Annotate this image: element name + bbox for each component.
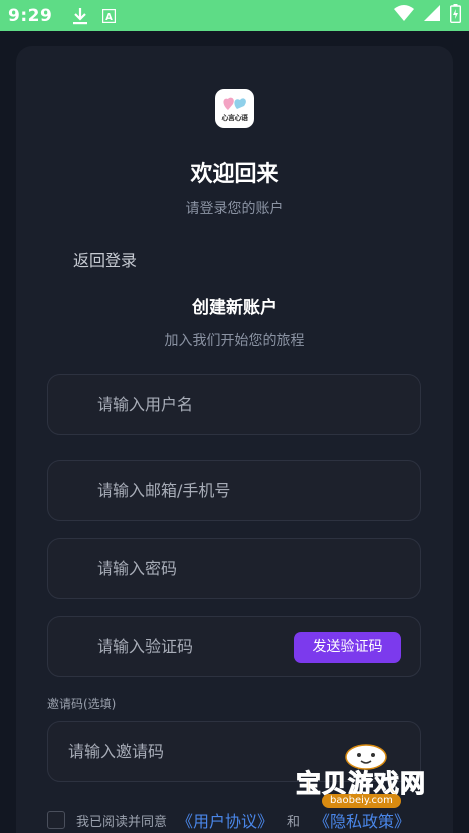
agreement-and: 和 [287,814,301,830]
signal-icon [424,5,440,26]
register-subtitle: 加入我们开始您的旅程 [164,333,305,349]
page-title: 欢迎回来 [190,162,279,187]
agreement-row: 我已阅读并同意 《用户协议》 和 《隐私政策》 [47,808,410,832]
status-time: 9:29 [8,5,53,26]
agreement-prefix: 我已阅读并同意 [76,814,168,830]
logo-text: 心言心语 [221,114,249,122]
invite-code-label: 邀请码(选填) [47,697,117,711]
status-bar: 9:29 A [0,0,469,31]
password-field[interactable] [47,538,421,599]
verification-code-input[interactable] [97,617,327,676]
register-title: 创建新账户 [192,298,277,318]
back-to-login-link[interactable]: 返回登录 [73,247,137,271]
wifi-icon [394,5,414,26]
verification-code-field[interactable]: 发送验证码 [47,616,421,677]
contact-input[interactable] [97,461,327,520]
app-logo: 心言心语 [215,89,254,128]
password-input[interactable] [97,539,327,598]
user-agreement-link[interactable]: 《用户协议》 [177,808,273,832]
battery-charging-icon [449,3,462,28]
invite-code-field[interactable] [47,721,421,782]
agreement-checkbox[interactable] [47,811,65,829]
username-field[interactable] [47,374,421,435]
a-notification-icon: A [102,8,117,23]
send-code-button[interactable]: 发送验证码 [294,632,401,663]
contact-field[interactable] [47,460,421,521]
svg-text:A: A [105,12,113,23]
invite-code-input[interactable] [68,722,298,781]
username-input[interactable] [97,375,327,434]
page-subtitle: 请登录您的账户 [185,201,284,217]
download-icon [72,7,88,25]
privacy-policy-link[interactable]: 《隐私政策》 [314,808,410,832]
